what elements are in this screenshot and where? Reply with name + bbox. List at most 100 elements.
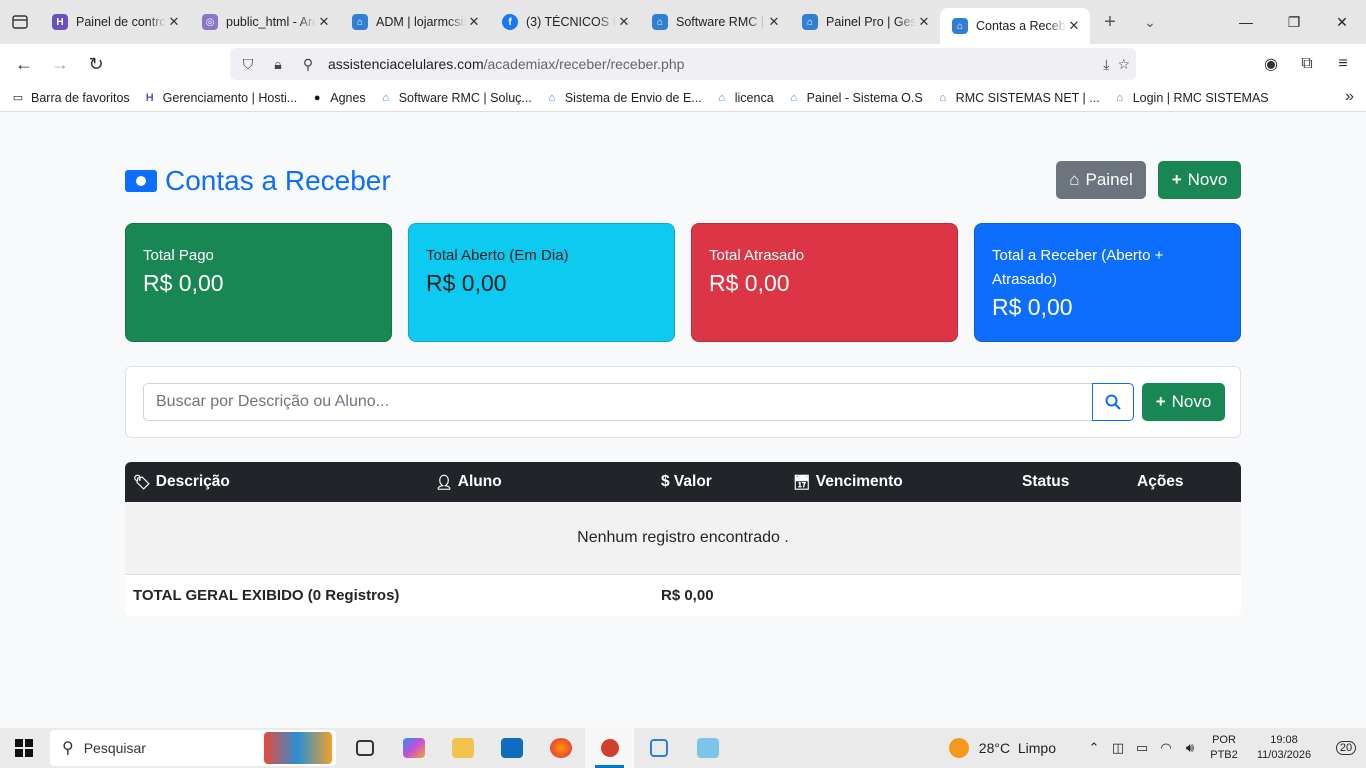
bookmark-label: Painel - Sistema O.S <box>806 90 923 105</box>
tab-title: public_html - Arquivos <box>226 15 316 29</box>
windows-start-icon[interactable] <box>0 728 48 768</box>
card-value: R$ 0,00 <box>709 270 790 296</box>
tab-overview-icon[interactable] <box>0 0 40 44</box>
weather-widget[interactable]: 28°C Limpo <box>948 738 1056 758</box>
restore-icon[interactable]: ❐ <box>1270 0 1318 44</box>
close-tab-icon[interactable]: ✕ <box>616 14 632 30</box>
file-explorer-icon[interactable] <box>438 728 487 768</box>
bookmark-label: Software RMC | Soluç... <box>398 90 532 105</box>
tab-painel-de-controle[interactable]: H Painel de controle ✕ <box>40 4 190 40</box>
copilot-icon[interactable] <box>389 728 438 768</box>
bookmark-item[interactable]: ⌂ Painel - Sistema O.S <box>786 90 923 106</box>
empty-message: Nenhum registro encontrado . <box>125 502 1241 575</box>
new-tab-icon[interactable]: + <box>1090 11 1130 34</box>
tab-contas-a-receber[interactable]: ⌂ Contas a Receber ✕ <box>940 8 1090 44</box>
lock-icon[interactable]: 🔒︎ <box>266 56 290 73</box>
notification-icon[interactable]: 20 <box>1332 741 1360 755</box>
home-icon: ⌂ <box>382 91 390 104</box>
tag-icon: 🏷︎ <box>133 473 151 490</box>
col-acoes: Ações <box>1137 462 1184 502</box>
table-footer: TOTAL GERAL EXIBIDO (0 Registros) R$ 0,0… <box>125 575 1241 616</box>
reload-icon[interactable]: ↻ <box>78 48 114 80</box>
battery-icon[interactable]: ▭ <box>1130 740 1154 756</box>
tab-title: Painel Pro | Gestão <box>826 15 916 29</box>
list-tabs-icon[interactable]: ⌄ <box>1130 14 1170 31</box>
menu-icon[interactable]: ≡ <box>1328 55 1358 73</box>
bookmark-item[interactable]: ⌂ Login | RMC SISTEMAS <box>1112 90 1268 106</box>
app-icon[interactable] <box>585 728 634 768</box>
tab-painel-pro[interactable]: ⌂ Painel Pro | Gestão ✕ <box>790 4 940 40</box>
language-indicator[interactable]: POR PTB2 <box>1206 733 1242 763</box>
outlook-icon[interactable] <box>487 728 536 768</box>
bookmark-item[interactable]: ⌂ Sistema de Envio de E... <box>544 90 702 106</box>
back-icon[interactable]: ← <box>6 48 42 80</box>
home-icon: ⌂ <box>548 91 556 104</box>
minimize-icon[interactable]: — <box>1222 0 1270 44</box>
lang-code: POR <box>1212 734 1236 746</box>
close-tab-icon[interactable]: ✕ <box>1066 18 1082 34</box>
camera-icon[interactable]: ◫ <box>1106 740 1130 756</box>
site-permissions-icon[interactable]: ⚲ <box>296 56 320 73</box>
bookmark-item[interactable]: H Gerenciamento | Hosti... <box>142 90 298 106</box>
bookmark-item[interactable]: ⌂ RMC SISTEMAS NET | ... <box>935 90 1099 106</box>
forward-icon[interactable]: → <box>42 48 78 80</box>
home-app-icon[interactable] <box>634 728 683 768</box>
taskbar: ⚲ Pesquisar 28°C Limpo ⌃ ◫ ▭ ◠ 🔊︎ POR PT… <box>0 728 1366 768</box>
summary-cards: Total Pago R$ 0,00 Total Aberto (Em Dia)… <box>125 223 1241 342</box>
bookmark-item[interactable]: ● Agnes <box>309 90 366 106</box>
weather-desc: Limpo <box>1017 740 1056 756</box>
shield-icon[interactable]: ⛉ <box>236 56 260 73</box>
novo-button[interactable]: + Novo <box>1158 161 1241 199</box>
tab-facebook[interactable]: f (3) TÉCNICOS EM ✕ <box>490 4 640 40</box>
user-icon: 👤︎ <box>435 473 453 490</box>
painel-button[interactable]: ⌂ Painel <box>1056 161 1146 199</box>
notification-count: 20 <box>1335 741 1357 755</box>
tab-adm[interactable]: ⌂ ADM | lojarmcsistemas ✕ <box>340 4 490 40</box>
col-aluno: 👤︎ Aluno <box>435 462 502 502</box>
more-bookmarks-icon[interactable]: » <box>1345 88 1354 106</box>
search-button[interactable] <box>1092 383 1134 421</box>
page-content: Contas a Receber ⌂ Painel + Novo Total P… <box>0 113 1366 728</box>
home-icon: ⌂ <box>790 91 797 104</box>
receivables-table: 🏷︎ Descrição 👤︎ Aluno $ Valor 📅︎ Vencimento… <box>125 462 1241 616</box>
folder-icon: ▭ <box>12 92 24 104</box>
install-app-icon[interactable]: ⤓ <box>1103 56 1109 73</box>
close-tab-icon[interactable]: ✕ <box>766 14 782 30</box>
firefox-icon[interactable] <box>536 728 585 768</box>
close-tab-icon[interactable]: ✕ <box>316 14 332 30</box>
novo-button-label: Novo <box>1187 170 1228 189</box>
clock[interactable]: 19:08 11/03/2026 <box>1250 733 1318 763</box>
hostinger-icon: H <box>145 91 154 104</box>
url-path: /academiax/receber/receber.php <box>483 56 685 72</box>
bookmark-star-icon[interactable]: ☆ <box>1117 56 1130 73</box>
bookmark-item[interactable]: ⌂ licenca <box>714 90 773 106</box>
search-highlight-image <box>264 732 332 764</box>
painel-button-label: Painel <box>1085 170 1133 189</box>
taskbar-search[interactable]: ⚲ Pesquisar <box>50 730 336 766</box>
close-tab-icon[interactable]: ✕ <box>166 14 182 30</box>
card-label: Total Pago <box>143 247 214 264</box>
bookmark-item[interactable]: ⌂ Software RMC | Soluç... <box>378 90 532 106</box>
task-view-icon[interactable] <box>340 728 389 768</box>
close-tab-icon[interactable]: ✕ <box>466 14 482 30</box>
address-bar[interactable]: ⛉ 🔒︎ ⚲ assistenciacelulares.com/academia… <box>230 48 1136 80</box>
bookmark-item[interactable]: ▭ Barra de favoritos <box>10 90 130 106</box>
chevron-up-icon[interactable]: ⌃ <box>1082 740 1106 756</box>
close-window-icon[interactable]: ✕ <box>1318 0 1366 44</box>
taskbar-apps <box>340 728 732 768</box>
volume-icon[interactable]: 🔊︎ <box>1178 740 1202 756</box>
card-label: Total a Receber (Aberto + Atrasado) <box>992 247 1164 288</box>
close-tab-icon[interactable]: ✕ <box>916 14 932 30</box>
system-tray: 28°C Limpo ⌃ ◫ ▭ ◠ 🔊︎ POR PTB2 19:08 11/… <box>948 728 1366 768</box>
extensions-icon[interactable]: ⧉ <box>1292 55 1322 73</box>
tab-public-html[interactable]: ◎ public_html - Arquivos ✕ <box>190 4 340 40</box>
search-input[interactable]: Buscar por Descrição ou Aluno... <box>143 383 1093 421</box>
notepad-icon[interactable] <box>683 728 732 768</box>
wifi-icon[interactable]: ◠ <box>1154 740 1178 756</box>
home-icon: ⌂ <box>939 91 946 104</box>
tab-software-rmc[interactable]: ⌂ Software RMC | Soluções ✕ <box>640 4 790 40</box>
card-total-atrasado: Total Atrasado R$ 0,00 <box>691 223 958 342</box>
account-icon[interactable]: ◉ <box>1256 54 1286 74</box>
novo-search-button[interactable]: + Novo <box>1142 383 1225 421</box>
card-label: Total Aberto (Em Dia) <box>426 247 569 264</box>
